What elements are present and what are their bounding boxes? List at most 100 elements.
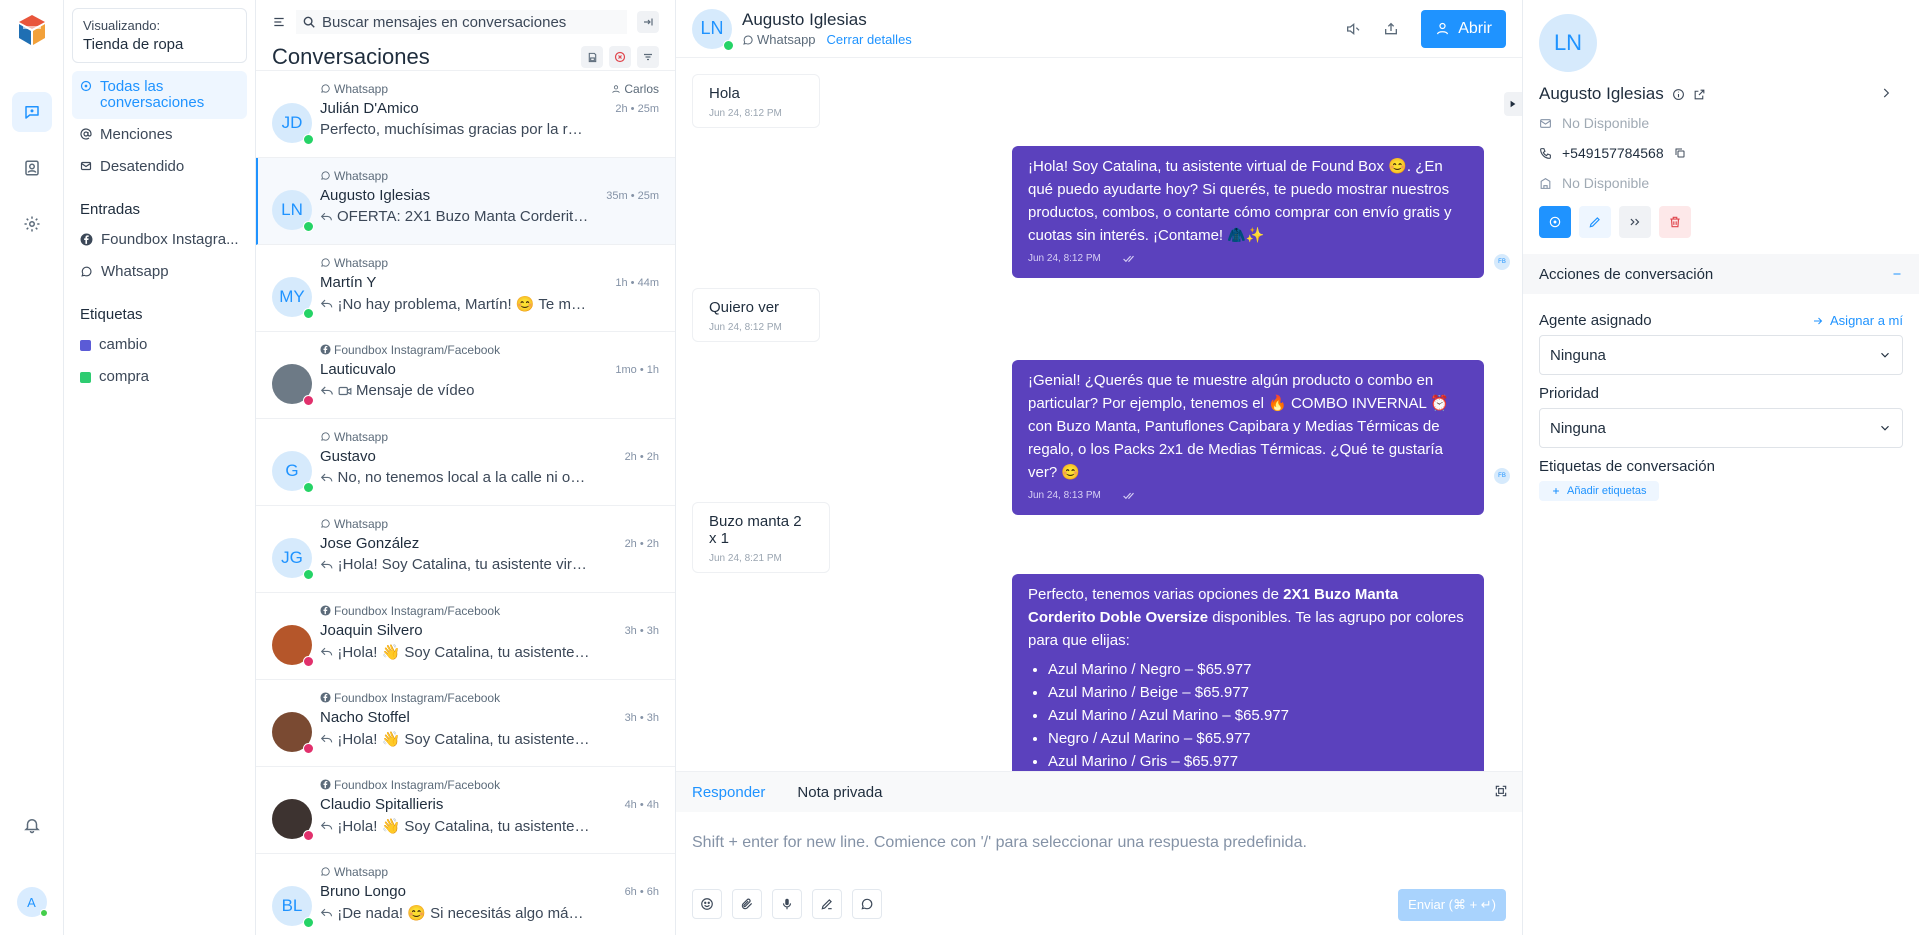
assign-to-me-link[interactable]: Asignar a mí bbox=[1812, 313, 1903, 328]
contact-name: Augusto Iglesias bbox=[1539, 84, 1664, 103]
whatsapp-icon bbox=[321, 171, 330, 180]
chevron-right-icon bbox=[1883, 88, 1890, 98]
conversation-name: Augusto Iglesias bbox=[320, 187, 431, 204]
whatsapp-icon bbox=[321, 432, 330, 441]
conversation-item[interactable]: G Whatsapp Gustavo 2h • 2h No, no tenemos lo… bbox=[256, 419, 675, 506]
whatsapp-icon bbox=[81, 266, 92, 277]
emoji-button[interactable] bbox=[692, 889, 722, 919]
conversation-item[interactable]: BL Whatsapp Bruno Longo 6h • 6h ¡De nada! 😊 … bbox=[256, 854, 675, 935]
bot-avatar: FB bbox=[1494, 254, 1510, 270]
reply-arrow-icon bbox=[320, 821, 333, 830]
message-timestamp: Jun 24, 8:21 PM bbox=[709, 553, 782, 564]
message-timestamp: Jun 24, 8:12 PM bbox=[709, 108, 782, 119]
open-conversation-button[interactable]: Abrir bbox=[1421, 9, 1506, 48]
tab-private-note[interactable]: Nota privada bbox=[797, 784, 882, 801]
settings-nav-button[interactable] bbox=[12, 204, 52, 244]
chat-icon bbox=[1549, 216, 1561, 228]
toggle-details-button[interactable] bbox=[1504, 92, 1522, 116]
filter-icon bbox=[644, 53, 652, 61]
message-text: Perfecto, tenemos varias opciones de 2X1… bbox=[1028, 586, 1464, 649]
new-message-button[interactable] bbox=[1539, 206, 1571, 238]
send-transcript-button[interactable] bbox=[1383, 21, 1399, 37]
info-icon[interactable] bbox=[1672, 88, 1685, 101]
envelope-icon bbox=[80, 161, 92, 171]
send-button[interactable]: Enviar (⌘ + ↵) bbox=[1398, 889, 1506, 921]
close-details-link[interactable]: Cerrar detalles bbox=[827, 32, 912, 47]
search-input[interactable]: Buscar mensajes en conversaciones bbox=[296, 10, 627, 34]
expand-editor-button[interactable] bbox=[1494, 784, 1508, 798]
conversation-name: Gustavo bbox=[320, 448, 376, 465]
list-item: Azul Marino / Negro – $65.977 bbox=[1048, 658, 1468, 681]
conversation-item[interactable]: LN Whatsapp Augusto Iglesias 35m • 25m OFERT… bbox=[256, 158, 675, 245]
filter-button[interactable] bbox=[637, 46, 659, 68]
expand-icon bbox=[1495, 785, 1507, 797]
conversation-item[interactable]: MY Whatsapp Martín Y 1h • 44m ¡No hay proble… bbox=[256, 245, 675, 332]
notifications-button[interactable] bbox=[12, 805, 52, 845]
attach-button[interactable] bbox=[732, 889, 762, 919]
copy-icon[interactable] bbox=[1674, 147, 1686, 159]
open-button-label: Abrir bbox=[1458, 19, 1492, 37]
sidebar-item-inbox-instagram[interactable]: Foundbox Instagra... bbox=[72, 224, 247, 256]
page-title: Conversaciones bbox=[272, 44, 430, 69]
record-audio-button[interactable] bbox=[772, 889, 802, 919]
bot-avatar: FB bbox=[1494, 468, 1510, 484]
instagram-badge-icon bbox=[303, 395, 314, 406]
merge-contact-button[interactable] bbox=[1619, 206, 1651, 238]
menu-icon[interactable] bbox=[272, 15, 286, 29]
sidebar-item-label: Foundbox Instagra... bbox=[101, 231, 239, 248]
agent-select[interactable]: Ninguna bbox=[1539, 335, 1903, 375]
avatar-initials: BL bbox=[281, 896, 303, 915]
phone-icon bbox=[1540, 147, 1551, 159]
edit-contact-button[interactable] bbox=[1579, 206, 1611, 238]
tab-reply[interactable]: Responder bbox=[692, 784, 765, 801]
conversation-name: Martín Y bbox=[320, 274, 377, 291]
inbox-name: Foundbox Instagram/Facebook bbox=[320, 604, 500, 618]
mute-button[interactable] bbox=[1345, 21, 1361, 37]
collapse-details-button[interactable] bbox=[1879, 86, 1893, 100]
clear-filter-button[interactable] bbox=[609, 46, 631, 68]
save-filter-button[interactable] bbox=[581, 46, 603, 68]
external-link-icon[interactable] bbox=[1693, 88, 1706, 101]
sidebar-item-label-compra[interactable]: compra bbox=[72, 361, 247, 393]
signature-button[interactable] bbox=[812, 889, 842, 919]
double-check-icon bbox=[1122, 255, 1134, 262]
add-tags-button[interactable]: Añadir etiquetas bbox=[1539, 481, 1659, 501]
speaker-mute-icon bbox=[1347, 22, 1360, 35]
priority-select[interactable]: Ninguna bbox=[1539, 408, 1903, 448]
sidebar-item-mentions[interactable]: Menciones bbox=[72, 119, 247, 151]
conversation-item[interactable]: Foundbox Instagram/Facebook Claudio Spita… bbox=[256, 767, 675, 854]
contact-avatar: JD bbox=[272, 103, 314, 145]
conversation-item[interactable]: Foundbox Instagram/Facebook Nacho Stoffel… bbox=[256, 680, 675, 767]
inbox-name: Whatsapp bbox=[320, 169, 388, 183]
sidebar-item-label-cambio[interactable]: cambio bbox=[72, 329, 247, 361]
conversation-item[interactable]: JG Whatsapp Jose González 2h • 2h ¡Hola! Soy… bbox=[256, 506, 675, 593]
account-switcher[interactable]: Visualizando: Tienda de ropa bbox=[72, 8, 247, 63]
label-color-swatch bbox=[80, 340, 91, 351]
collapse-list-button[interactable] bbox=[637, 11, 659, 33]
conversation-item[interactable]: Foundbox Instagram/Facebook Joaquin Silve… bbox=[256, 593, 675, 680]
user-avatar[interactable]: A bbox=[16, 887, 48, 917]
whatsapp-badge-icon bbox=[303, 221, 314, 232]
reply-arrow-icon bbox=[320, 299, 333, 308]
reply-input[interactable]: Shift + enter for new line. Comience con… bbox=[676, 812, 1522, 874]
message-preview: ¡Hola! 👋 Soy Catalina, tu asistente vi..… bbox=[320, 643, 590, 661]
whatsapp-icon bbox=[321, 519, 330, 528]
whatsapp-template-button[interactable] bbox=[852, 889, 882, 919]
whatsapp-badge-icon bbox=[303, 134, 314, 145]
whatsapp-badge-icon bbox=[303, 917, 314, 928]
gear-icon bbox=[24, 216, 39, 232]
contact-avatar bbox=[272, 799, 314, 841]
contact-avatar[interactable]: LN bbox=[692, 8, 734, 51]
conversations-nav-button[interactable] bbox=[11, 92, 52, 132]
assignee: Carlos bbox=[611, 82, 659, 96]
conversation-item[interactable]: Foundbox Instagram/Facebook Lauticuvalo 1m… bbox=[256, 332, 675, 419]
conversation-item[interactable]: JD Whatsapp Carlos Julián D'Amico 2h • 25m Pe… bbox=[256, 71, 675, 158]
sidebar-item-unattended[interactable]: Desatendido bbox=[72, 151, 247, 183]
contacts-nav-button[interactable] bbox=[12, 148, 52, 188]
microphone-icon bbox=[782, 898, 792, 910]
conversation-actions-accordion[interactable]: Acciones de conversación bbox=[1523, 254, 1919, 294]
sidebar-item-inbox-whatsapp[interactable]: Whatsapp bbox=[72, 256, 247, 288]
inbox-name: Whatsapp bbox=[320, 517, 388, 531]
delete-contact-button[interactable] bbox=[1659, 206, 1691, 238]
sidebar-item-all-conversations[interactable]: Todas las conversaciones bbox=[72, 71, 247, 119]
